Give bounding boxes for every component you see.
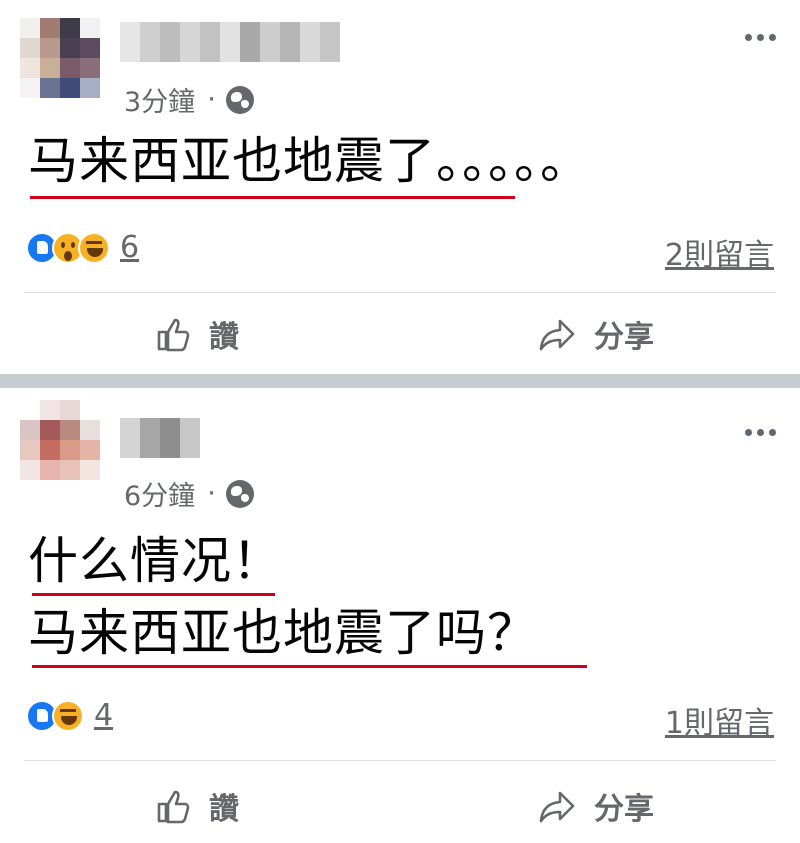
- timestamp[interactable]: 3分鐘: [124, 80, 195, 119]
- reaction-count[interactable]: 4: [94, 698, 113, 733]
- like-label: 讚: [209, 320, 239, 355]
- like-button[interactable]: 讚: [155, 312, 239, 356]
- timestamp[interactable]: 6分鐘: [124, 474, 195, 513]
- share-button[interactable]: 分享: [538, 784, 654, 828]
- author-name[interactable]: [120, 418, 200, 458]
- reactions-summary[interactable]: 4: [26, 698, 113, 733]
- red-underline: [30, 196, 515, 199]
- reactions-summary[interactable]: 6: [26, 230, 139, 265]
- thumbs-up-icon: [157, 318, 190, 352]
- avatar[interactable]: [20, 18, 100, 98]
- author-name[interactable]: [120, 22, 340, 62]
- haha-reaction-icon: [52, 699, 84, 732]
- share-label: 分享: [594, 320, 654, 355]
- meta-separator: ·: [207, 478, 216, 509]
- post-meta: 3分鐘 ·: [124, 80, 254, 119]
- meta-separator: ·: [207, 84, 216, 115]
- share-arrow-icon: [539, 319, 575, 351]
- share-label: 分享: [594, 792, 654, 827]
- red-underline: [32, 593, 275, 596]
- like-button[interactable]: 讚: [155, 784, 239, 828]
- like-label: 讚: [209, 792, 239, 827]
- globe-icon: [225, 85, 254, 114]
- thumbs-up-icon: [157, 790, 190, 824]
- post-meta: 6分鐘 ·: [124, 474, 254, 513]
- post-text: 马来西亚也地震了。。。。。: [28, 132, 591, 190]
- share-arrow-icon: [539, 791, 575, 823]
- red-underline: [32, 665, 587, 668]
- share-button[interactable]: 分享: [538, 312, 654, 356]
- post-card: 6分鐘 · 什么情况！ 马来西亚也地震了吗？ 4 1則留言 讚 分享: [0, 388, 800, 843]
- avatar[interactable]: [20, 400, 100, 480]
- reaction-count[interactable]: 6: [120, 230, 139, 265]
- post-text-line1: 什么情况！: [28, 532, 283, 590]
- post-card: 3分鐘 · 马来西亚也地震了。。。。。 6 2則留言 讚 分享: [0, 0, 800, 374]
- divider: [24, 292, 776, 293]
- globe-icon: [225, 479, 254, 508]
- more-options-icon[interactable]: [745, 34, 776, 41]
- comments-link[interactable]: 2則留言: [665, 230, 774, 274]
- post-separator: [0, 374, 800, 388]
- haha-reaction-icon: [78, 231, 110, 264]
- more-options-icon[interactable]: [745, 429, 776, 436]
- divider: [24, 760, 776, 761]
- post-text-line2: 马来西亚也地震了吗？: [28, 604, 538, 662]
- comments-link[interactable]: 1則留言: [665, 698, 774, 742]
